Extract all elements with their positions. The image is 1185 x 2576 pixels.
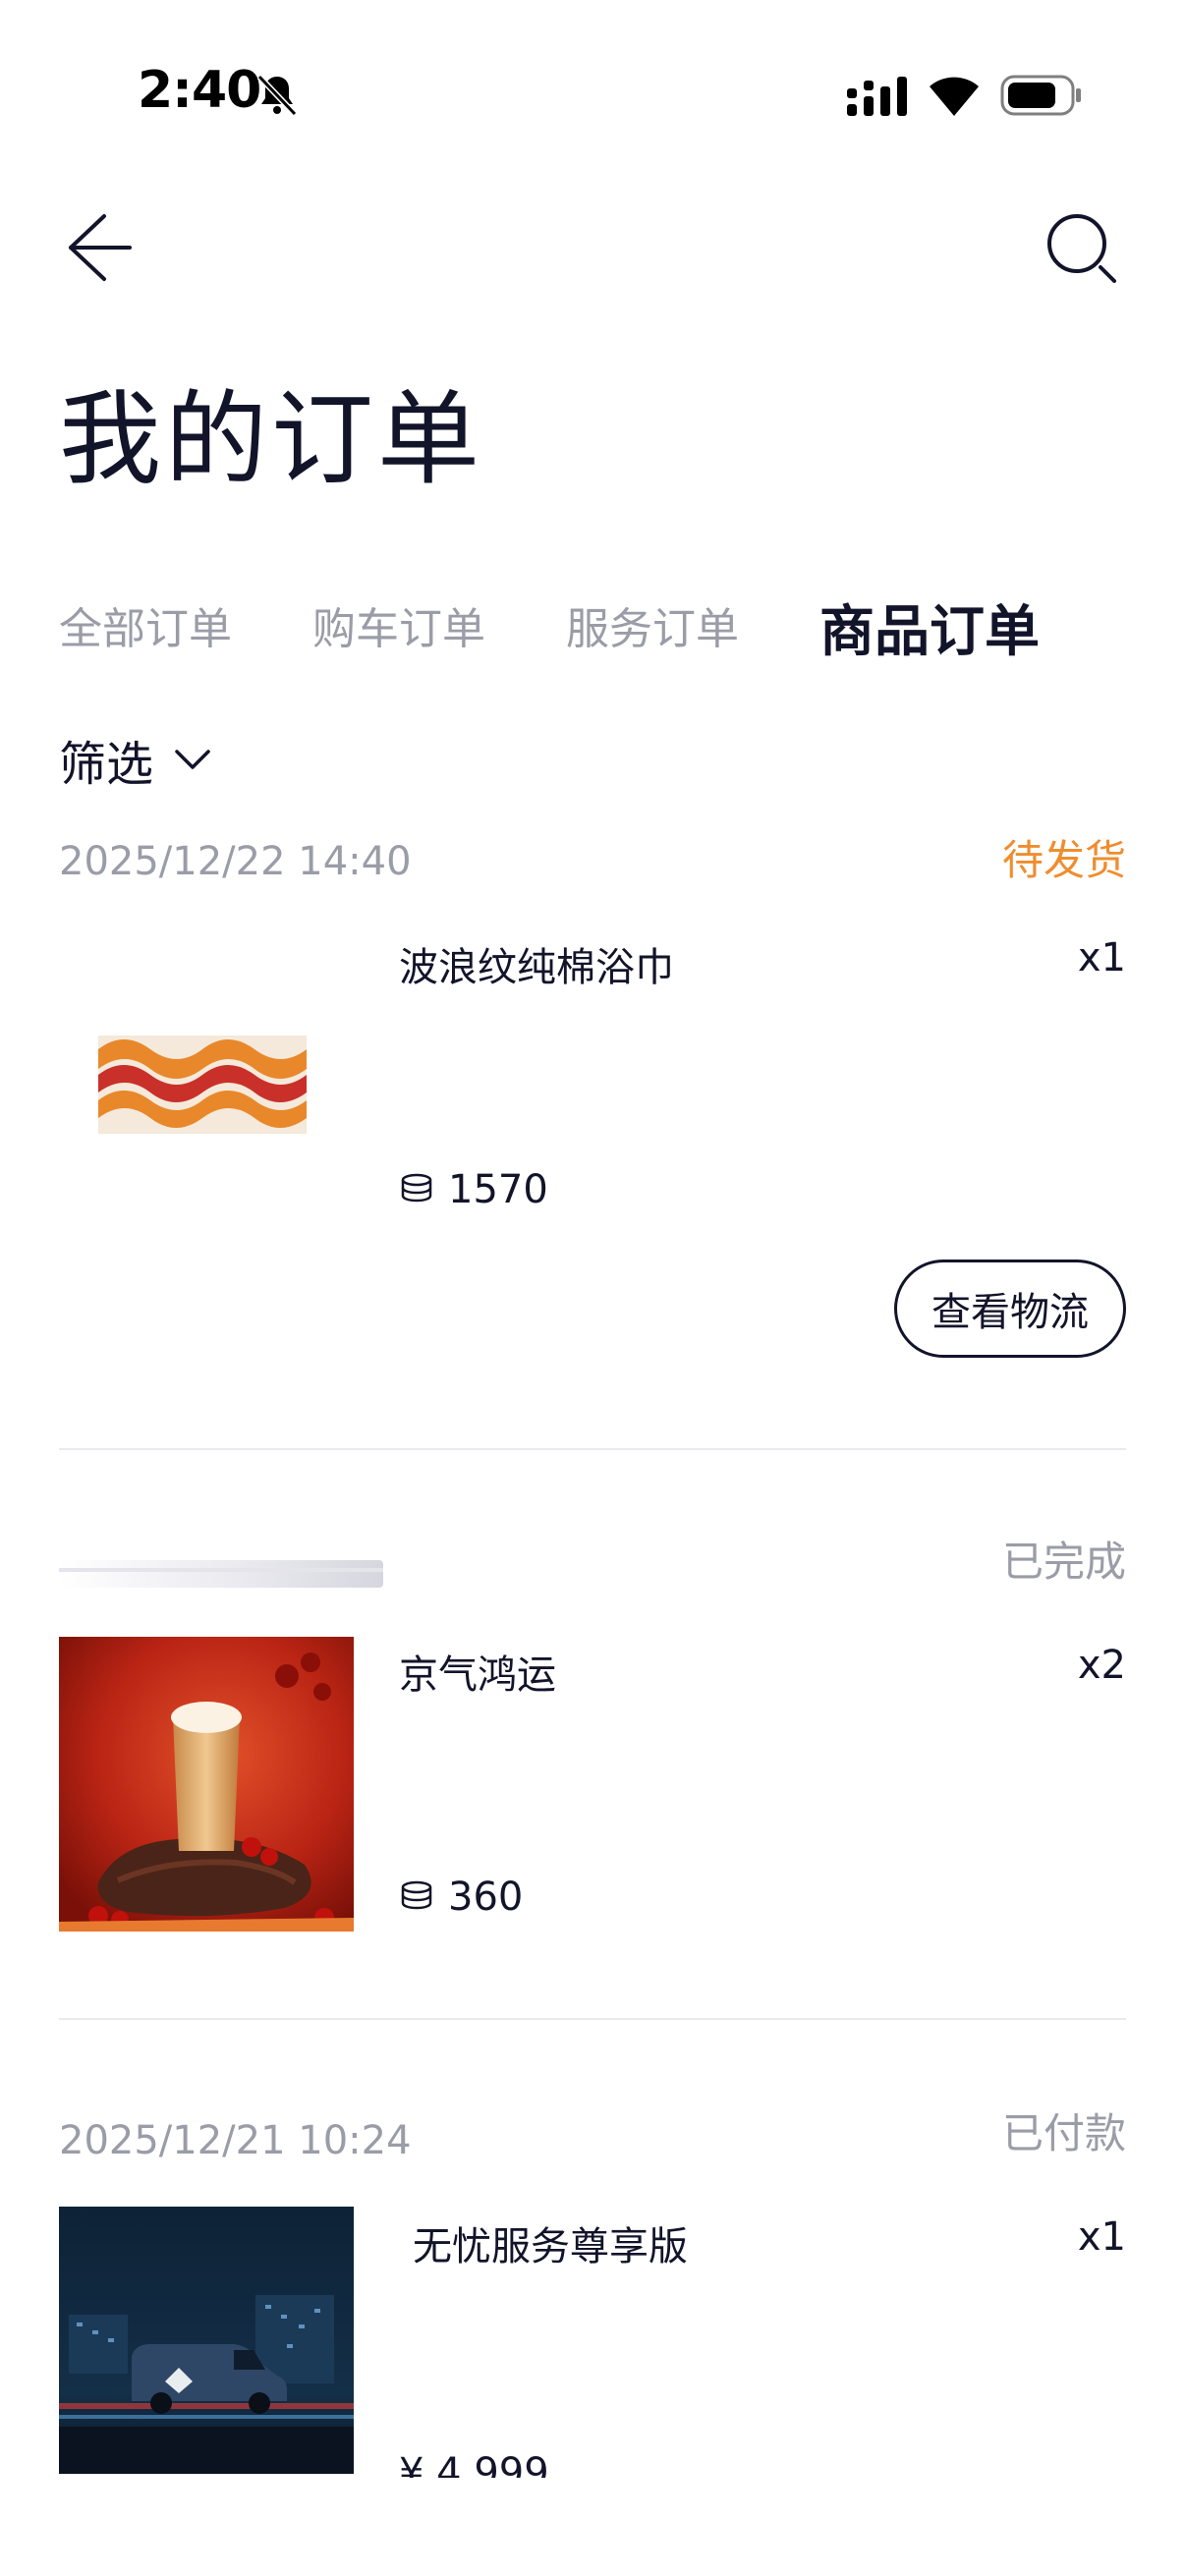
order-status: 已付款 — [1001, 2109, 1126, 2157]
wifi-icon — [930, 77, 979, 116]
product-quantity: x1 — [1077, 2214, 1126, 2260]
coin-icon — [401, 1880, 432, 1910]
tab-car-orders[interactable]: 购车订单 — [312, 593, 485, 656]
product-price: 360 — [399, 1875, 523, 1920]
tab-product-orders[interactable]: 商品订单 — [819, 588, 1040, 667]
order-status: 待发货 — [1001, 836, 1126, 884]
product-image-van[interactable] — [59, 2207, 354, 2474]
coin-icon — [401, 1173, 432, 1203]
order-date: 2025/12/22 14:40 — [59, 839, 412, 884]
price-clip: ¥ 4,999 — [399, 2456, 694, 2478]
order-date: 2025/12/21 10:24 — [59, 2118, 412, 2163]
product-price: 1570 — [399, 1167, 548, 1212]
order-status: 已完成 — [1001, 1538, 1126, 1586]
back-button[interactable] — [61, 208, 140, 287]
divider — [59, 1448, 1126, 1450]
order-date-blurred — [59, 1560, 383, 1588]
product-image-towel[interactable] — [59, 933, 354, 1228]
tab-service-orders[interactable]: 服务订单 — [566, 593, 739, 656]
bell-muted-icon — [256, 74, 298, 117]
product-name[interactable]: 波浪纹纯棉浴巾 — [399, 935, 674, 992]
product-quantity: x1 — [1077, 935, 1126, 980]
price-value: 1570 — [448, 1167, 548, 1212]
battery-icon — [1000, 75, 1081, 116]
tab-all-orders[interactable]: 全部订单 — [59, 593, 232, 656]
product-price: ¥ 4,999 — [399, 2456, 694, 2478]
status-time: 2:40 — [138, 61, 261, 120]
product-name[interactable]: 无忧服务尊享版 — [413, 2214, 688, 2271]
filter-label: 筛选 — [59, 737, 154, 792]
divider — [59, 2018, 1126, 2020]
view-logistics-button[interactable]: 查看物流 — [894, 1260, 1126, 1358]
price-value: 360 — [448, 1875, 524, 1920]
product-image-drink[interactable] — [59, 1637, 354, 1932]
product-name[interactable]: 京气鸿运 — [399, 1643, 556, 1700]
product-quantity: x2 — [1077, 1643, 1126, 1688]
cellular-signal-icon — [847, 77, 907, 116]
chevron-down-icon — [175, 750, 210, 769]
page-title: 我的订单 — [59, 379, 484, 499]
search-icon[interactable] — [1042, 208, 1120, 287]
filter-dropdown[interactable]: 筛选 — [59, 725, 212, 794]
